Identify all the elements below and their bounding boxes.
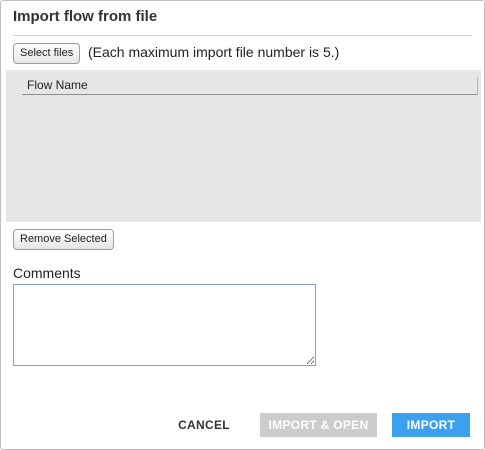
- select-files-button[interactable]: Select files: [13, 43, 81, 64]
- comments-label: Comments: [13, 265, 81, 281]
- comments-textarea[interactable]: [13, 284, 316, 366]
- file-list-header: Flow Name: [22, 77, 478, 95]
- import-and-open-button[interactable]: IMPORT & OPEN: [260, 413, 377, 437]
- import-limit-hint: (Each maximum import file number is 5.): [88, 44, 340, 60]
- file-list[interactable]: Flow Name: [6, 70, 481, 222]
- dialog-title: Import flow from file: [13, 8, 158, 25]
- cancel-button[interactable]: CANCEL: [169, 413, 239, 437]
- import-button[interactable]: IMPORT: [392, 413, 470, 437]
- remove-selected-button[interactable]: Remove Selected: [13, 229, 114, 250]
- import-flow-dialog: Import flow from file Select files (Each…: [0, 0, 485, 450]
- column-header-flow-name[interactable]: Flow Name: [27, 78, 88, 92]
- title-divider: [13, 35, 472, 36]
